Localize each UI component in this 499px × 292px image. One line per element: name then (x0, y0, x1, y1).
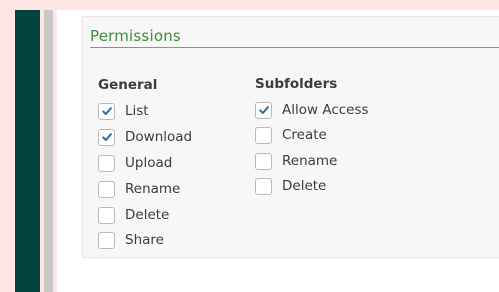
checkbox-label: List (125, 103, 149, 119)
general-list-option[interactable]: List (98, 101, 149, 121)
checkbox-label: Upload (125, 155, 173, 171)
subfolders-create-option[interactable]: Create (255, 125, 327, 145)
sidebar-divider (44, 10, 53, 292)
checkbox-label: Allow Access (282, 102, 369, 118)
checkbox[interactable] (255, 101, 272, 119)
checkbox[interactable] (98, 102, 115, 120)
checkbox-label: Share (125, 232, 164, 248)
main-content: Permissions General Subfolders List Down… (57, 10, 499, 292)
checkbox-label: Rename (125, 181, 181, 197)
checkbox[interactable] (98, 128, 115, 146)
check-icon (101, 133, 112, 141)
general-rename-option[interactable]: Rename (98, 179, 180, 199)
checkbox-label: Delete (282, 178, 327, 194)
subfolders-rename-option[interactable]: Rename (255, 151, 337, 171)
section-divider (90, 47, 499, 48)
subfolders-allow-access-option[interactable]: Allow Access (255, 100, 369, 120)
checkbox-label: Download (125, 129, 193, 145)
general-download-option[interactable]: Download (98, 127, 192, 147)
checkbox[interactable] (98, 206, 115, 224)
checkbox[interactable] (98, 231, 115, 249)
checkbox[interactable] (255, 126, 272, 144)
permissions-panel: Permissions General Subfolders List Down… (82, 16, 499, 258)
checkbox[interactable] (255, 152, 272, 170)
general-upload-option[interactable]: Upload (98, 153, 172, 173)
general-share-option[interactable]: Share (98, 230, 164, 250)
checkbox-label: Delete (125, 207, 170, 223)
general-heading: General (98, 77, 158, 93)
general-delete-option[interactable]: Delete (98, 205, 169, 225)
check-icon (258, 106, 269, 114)
checkbox-label: Rename (282, 153, 338, 169)
section-title: Permissions (90, 27, 181, 45)
sidebar-bar (15, 10, 40, 292)
subfolders-heading: Subfolders (255, 76, 338, 92)
check-icon (101, 107, 112, 115)
checkbox[interactable] (255, 177, 272, 195)
checkbox-label: Create (282, 127, 327, 143)
subfolders-delete-option[interactable]: Delete (255, 176, 326, 196)
checkbox[interactable] (98, 154, 115, 172)
checkbox[interactable] (98, 180, 115, 198)
